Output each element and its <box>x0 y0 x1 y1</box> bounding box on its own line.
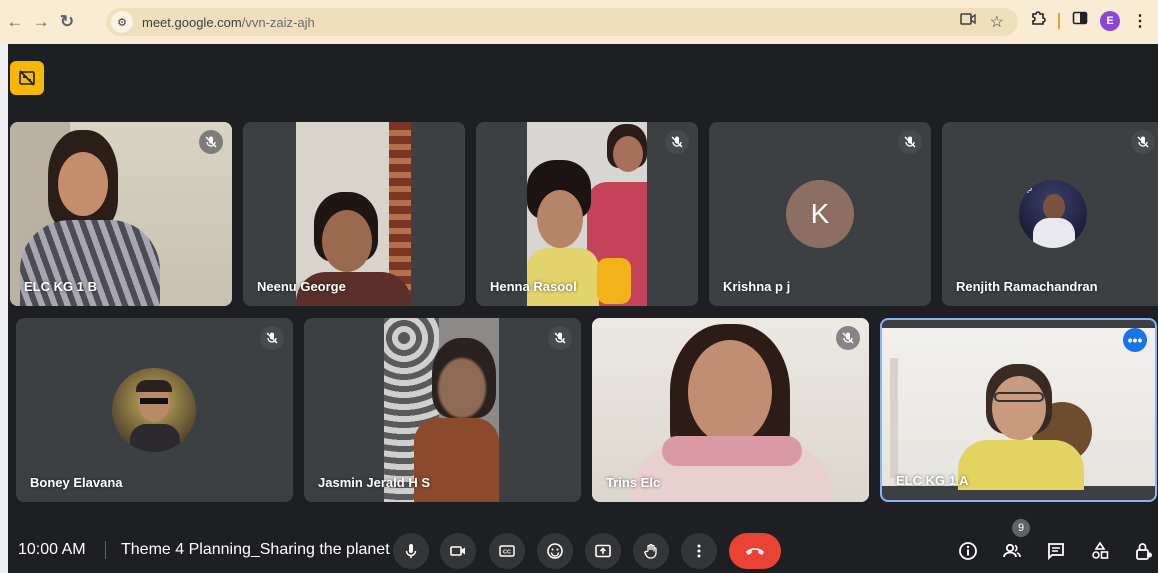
video-feed <box>882 328 1155 490</box>
participant-name: Boney Elavana <box>30 475 123 490</box>
emoji-icon <box>547 543 563 559</box>
participant-name: Neenu George <box>257 279 346 294</box>
camera-button[interactable] <box>440 533 476 569</box>
forward-icon[interactable]: → <box>28 9 54 35</box>
profile-avatar[interactable]: E <box>1100 10 1120 31</box>
participant-name: ELC KG 1 A <box>896 473 969 488</box>
muted-mic-icon <box>548 326 572 350</box>
participant-tile[interactable]: UP Renjith Ramachandran <box>942 122 1158 306</box>
reactions-button[interactable] <box>537 533 573 569</box>
chat-icon <box>1048 543 1064 561</box>
hang-up-icon <box>746 548 764 555</box>
extensions-icon[interactable] <box>1030 10 1046 31</box>
muted-mic-icon <box>199 130 223 154</box>
captions-button[interactable]: CC <box>489 533 525 569</box>
url-path: /vvn-zaiz-ajh <box>241 14 315 30</box>
camera-icon <box>450 546 465 556</box>
muted-mic-icon <box>260 326 284 350</box>
browser-toolbar: ← → ↻ ⚙ meet.google.com/vvn-zaiz-ajh ☆ E… <box>0 0 1158 44</box>
sidepanel-icon[interactable] <box>1072 10 1088 31</box>
leave-call-button[interactable] <box>729 533 781 569</box>
participant-name: Henna Rasool <box>490 279 577 294</box>
meeting-time: 10:00 AM <box>18 541 86 558</box>
participant-name: ELC KG 1 B <box>24 279 97 294</box>
host-controls-button[interactable] <box>1132 539 1156 563</box>
meeting-title: Theme 4 Planning_Sharing the planet <box>121 541 390 558</box>
participant-tile[interactable]: Neenu George <box>243 122 465 306</box>
participant-name: Renjith Ramachandran <box>956 279 1098 294</box>
avatar: K <box>786 180 854 248</box>
address-bar[interactable]: ⚙ meet.google.com/vvn-zaiz-ajh ☆ <box>106 8 1018 36</box>
shapes-icon <box>1092 541 1109 559</box>
participant-tile[interactable]: Trins Elc <box>592 318 869 502</box>
participant-name: Krishna p j <box>723 279 791 294</box>
people-icon <box>1003 543 1021 558</box>
avatar <box>112 368 196 452</box>
present-screen-button[interactable] <box>585 533 621 569</box>
meeting-stage: ELC KG 1 B Neenu George Henna Rasool K K… <box>8 44 1158 573</box>
meeting-details-button[interactable] <box>956 539 980 563</box>
kebab-menu-icon <box>697 544 701 558</box>
participant-tile[interactable]: Boney Elavana <box>16 318 293 502</box>
captions-off-badge[interactable] <box>10 61 44 95</box>
people-button[interactable] <box>1000 539 1024 563</box>
microphone-button[interactable] <box>393 533 429 569</box>
info-icon <box>959 542 977 560</box>
camera-icon[interactable] <box>959 12 976 32</box>
participant-tile[interactable]: Jasmin Jerald H S <box>304 318 581 502</box>
avatar: UP <box>1019 180 1087 248</box>
participant-tile-active[interactable]: ••• ELC KG 1 A <box>880 318 1157 502</box>
participant-name: Trins Elc <box>606 475 661 490</box>
divider <box>105 541 106 559</box>
participant-tile[interactable]: ELC KG 1 B <box>10 122 232 306</box>
participant-name: Jasmin Jerald H S <box>318 475 430 490</box>
back-icon[interactable]: ← <box>2 9 28 35</box>
present-icon <box>595 544 611 558</box>
hand-icon <box>644 543 657 559</box>
meeting-controls-bar: 10:00 AM Theme 4 Planning_Sharing the pl… <box>8 519 1158 573</box>
microphone-icon <box>405 544 417 558</box>
participant-tile[interactable]: Henna Rasool <box>476 122 698 306</box>
activities-button[interactable] <box>1088 539 1112 563</box>
participant-tile[interactable]: K Krishna p j <box>709 122 931 306</box>
muted-mic-icon <box>665 130 689 154</box>
kebab-menu-icon[interactable]: ⋮ <box>1132 11 1148 31</box>
url-host: meet.google.com <box>142 14 242 30</box>
url-text[interactable]: meet.google.com/vvn-zaiz-ajh <box>142 15 315 30</box>
svg-text:CC: CC <box>503 550 511 556</box>
muted-mic-icon <box>898 130 922 154</box>
raise-hand-button[interactable] <box>633 533 669 569</box>
site-info-icon[interactable]: ⚙ <box>111 11 133 33</box>
more-options-button[interactable]: ••• <box>1123 328 1147 352</box>
lock-person-icon <box>1136 543 1152 560</box>
muted-mic-icon <box>836 326 860 350</box>
hidden-icon <box>19 70 35 86</box>
bookmark-star-icon[interactable]: ☆ <box>990 12 1004 32</box>
toolbar-separator <box>1058 12 1060 29</box>
captions-icon: CC <box>499 545 515 557</box>
participant-count-badge: 9 <box>1012 519 1030 537</box>
more-options-button[interactable] <box>681 533 717 569</box>
muted-mic-icon <box>1131 130 1155 154</box>
reload-icon[interactable]: ↻ <box>54 9 80 35</box>
chat-button[interactable] <box>1044 539 1068 563</box>
avatar-letter: K <box>810 198 830 229</box>
